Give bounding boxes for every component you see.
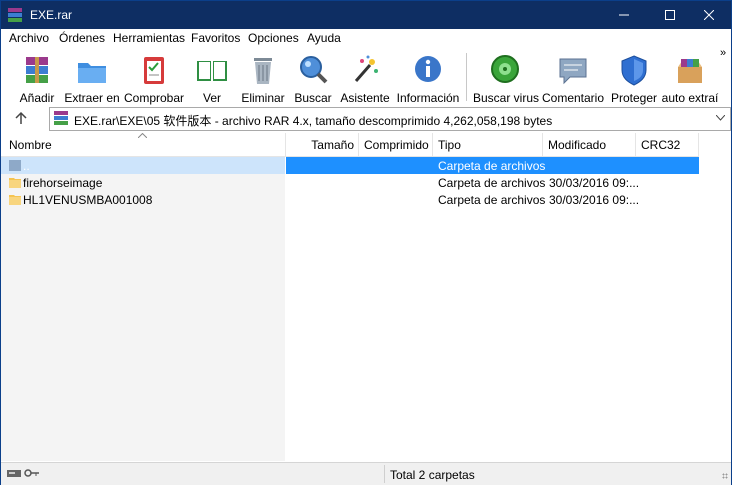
book-view-icon: [197, 61, 227, 81]
extract-folder-icon: [78, 63, 106, 83]
extract-to-label: Extraer en: [64, 91, 120, 105]
window-title: EXE.rar: [30, 8, 73, 22]
comment-label: Comentario: [541, 91, 605, 105]
column-header-modified[interactable]: Modificado: [543, 133, 636, 157]
virus-scan-button[interactable]: Buscar virus: [473, 51, 540, 105]
address-bar: EXE.rar\EXE\05 软件版本 - archivo RAR 4.x, t…: [1, 105, 731, 133]
column-modified-label: Modificado: [548, 138, 607, 152]
info-label: Información: [396, 91, 460, 105]
toolbar: Añadir Extraer en Comprobar Ver Eliminar…: [1, 47, 731, 105]
column-header-crc[interactable]: CRC32: [636, 133, 699, 157]
title-bar[interactable]: EXE.rar: [1, 1, 731, 29]
delete-button[interactable]: Eliminar: [239, 51, 287, 105]
table-row[interactable]: .. Carpeta de archivos: [1, 157, 731, 174]
folder-icon: [9, 178, 21, 188]
path-combobox[interactable]: EXE.rar\EXE\05 软件版本 - archivo RAR 4.x, t…: [49, 107, 731, 131]
test-clipboard-icon: [144, 57, 164, 84]
winrar-window: EXE.rar Archivo Órdenes Herramientas Fav…: [0, 0, 732, 485]
toolbar-separator: [466, 53, 467, 101]
status-divider: [384, 465, 385, 483]
status-total-text: Total 2 carpetas: [390, 468, 475, 482]
row-modified: 30/03/2016 09:...: [549, 193, 640, 207]
menu-herramientas[interactable]: Herramientas: [113, 31, 185, 45]
add-archive-icon: [26, 57, 48, 83]
find-button[interactable]: Buscar: [291, 51, 335, 105]
menu-ordenes[interactable]: Órdenes: [59, 31, 105, 45]
protect-button[interactable]: Proteger: [609, 51, 659, 105]
file-list: Nombre Tamaño Comprimido Tipo Modificado…: [1, 133, 731, 461]
column-header-type[interactable]: Tipo: [433, 133, 543, 157]
status-bar: Total 2 carpetas: [1, 462, 731, 485]
shield-icon: [621, 55, 647, 86]
parent-folder-icon: [9, 160, 21, 171]
column-crc-label: CRC32: [641, 138, 681, 152]
delete-label: Eliminar: [241, 91, 285, 105]
row-type: Carpeta de archivos: [438, 193, 546, 207]
info-button[interactable]: Información: [395, 51, 461, 105]
info-icon: [415, 56, 441, 82]
wand-icon: [354, 55, 378, 82]
menu-opciones[interactable]: Opciones: [248, 31, 299, 45]
key-icon[interactable]: [24, 468, 40, 478]
up-arrow-icon[interactable]: [15, 111, 27, 125]
winrar-app-icon: [8, 8, 22, 22]
path-text: EXE.rar\EXE\05 软件版本 - archivo RAR 4.x, t…: [74, 114, 553, 128]
extract-to-button[interactable]: Extraer en: [63, 51, 121, 105]
virus-scan-icon: [491, 55, 519, 83]
rar-archive-icon: [54, 111, 68, 125]
sfx-label: auto extraí: [661, 91, 719, 105]
menu-favoritos[interactable]: Favoritos: [191, 31, 240, 45]
maximize-icon: [665, 10, 675, 20]
chevron-down-icon[interactable]: [716, 115, 725, 121]
table-row[interactable]: firehorseimage Carpeta de archivos 30/03…: [1, 174, 731, 191]
test-label: Comprobar: [123, 91, 185, 105]
sort-ascending-icon: [138, 133, 147, 138]
folder-icon: [9, 195, 21, 205]
column-header-size[interactable]: Tamaño: [286, 133, 359, 157]
menu-bar: Archivo Órdenes Herramientas Favoritos O…: [1, 29, 731, 47]
wizard-label: Asistente: [340, 91, 390, 105]
row-selection-left: [1, 157, 285, 174]
magnifier-icon: [300, 56, 328, 84]
sfx-box-icon: [678, 59, 702, 83]
view-label: Ver: [202, 91, 221, 105]
close-button[interactable]: [687, 1, 731, 29]
column-packed-label: Comprimido: [364, 138, 429, 152]
row-name: ..: [23, 159, 30, 173]
row-modified: 30/03/2016 09:...: [549, 176, 640, 190]
comment-icon: [559, 58, 587, 85]
find-label: Buscar: [294, 91, 332, 105]
row-name: HL1VENUSMBA001008: [23, 193, 153, 207]
column-size-label: Tamaño: [311, 138, 354, 152]
menu-archivo[interactable]: Archivo: [9, 31, 49, 45]
add-label: Añadir: [19, 91, 55, 105]
table-row[interactable]: HL1VENUSMBA001008 Carpeta de archivos 30…: [1, 191, 731, 208]
virus-scan-label: Buscar virus: [473, 91, 540, 105]
drive-icon[interactable]: [7, 469, 21, 478]
protect-label: Proteger: [610, 91, 658, 105]
trash-icon: [254, 58, 272, 84]
minimize-button[interactable]: [601, 1, 647, 29]
minimize-icon: [619, 14, 629, 16]
add-button[interactable]: Añadir: [13, 51, 61, 105]
comment-button[interactable]: Comentario: [541, 51, 605, 105]
column-type-label: Tipo: [438, 138, 461, 152]
close-icon: [704, 10, 714, 20]
column-header-packed[interactable]: Comprimido: [359, 133, 433, 157]
wizard-button[interactable]: Asistente: [339, 51, 391, 105]
column-header-name[interactable]: Nombre: [1, 133, 286, 157]
view-button[interactable]: Ver: [189, 51, 235, 105]
resize-grip[interactable]: [722, 473, 728, 479]
test-button[interactable]: Comprobar: [123, 51, 185, 105]
menu-ayuda[interactable]: Ayuda: [307, 31, 341, 45]
column-name-label: Nombre: [9, 138, 52, 152]
row-name: firehorseimage: [23, 176, 103, 190]
toolbar-overflow-chevron[interactable]: »: [720, 47, 726, 59]
row-type: Carpeta de archivos: [438, 176, 546, 190]
sfx-button[interactable]: auto extraí: [661, 51, 719, 105]
row-type: Carpeta de archivos: [438, 159, 546, 173]
